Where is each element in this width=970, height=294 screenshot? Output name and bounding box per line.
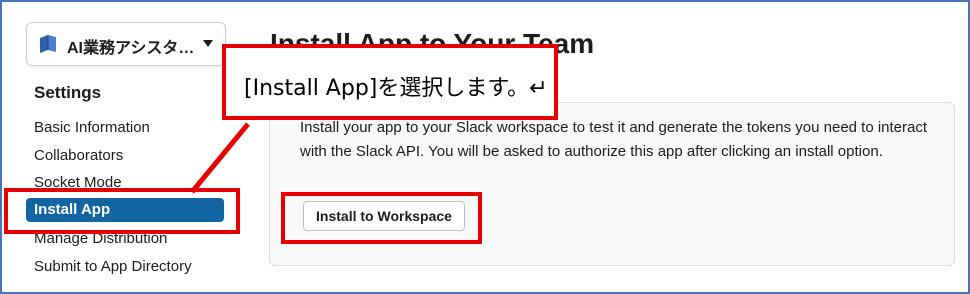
instruction-callout: [Install App]を選択します。↵: [222, 44, 558, 120]
highlight-box-install-button: [281, 192, 482, 244]
screenshot-frame: AI業務アシスタ… Settings Basic Information Col…: [0, 0, 970, 294]
highlight-box-install-app: [4, 188, 240, 234]
callout-text: [Install App]を選択します。↵: [244, 76, 548, 101]
